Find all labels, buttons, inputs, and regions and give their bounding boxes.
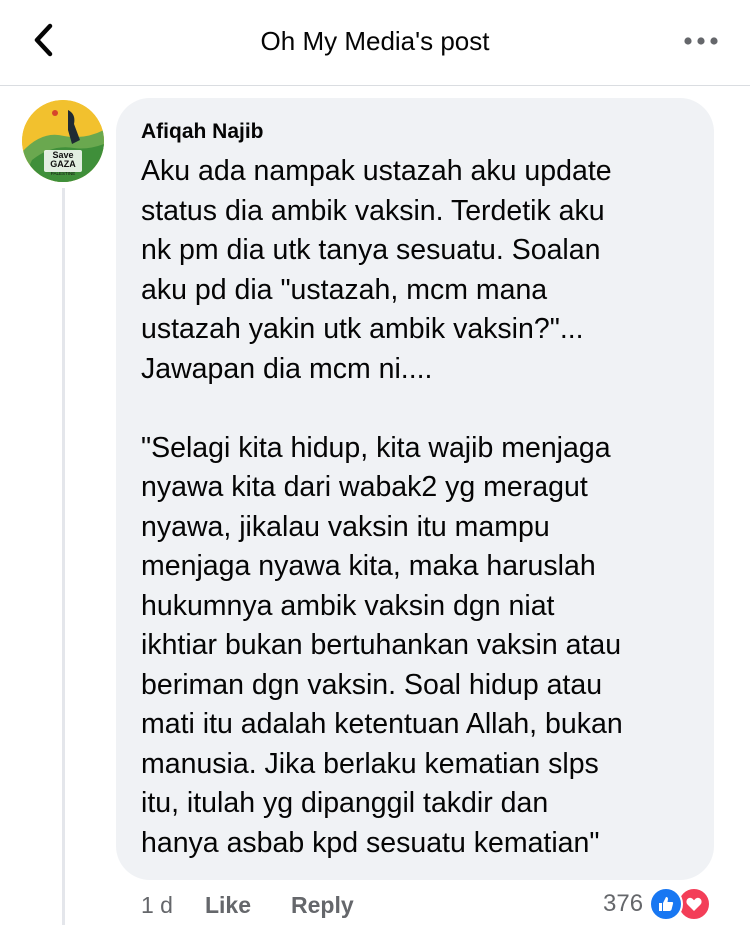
avatar-text-line2: GAZA [50,159,76,169]
comment-timestamp[interactable]: 1 d [141,892,173,919]
comment-line: status dia ambik vaksin. Terdetik aku [141,194,605,227]
reaction-summary[interactable]: 376 [603,886,713,922]
comment-line: hanya asbab kpd sesuatu kematian" [141,826,600,859]
reply-thread-line [62,188,65,925]
reaction-icons [649,887,713,921]
comment-line: nyawa, jikalau vaksin itu mampu [141,510,550,543]
comment-line: manusia. Jika berlaku kematian slps [141,747,599,780]
comment-line: hukumnya ambik vaksin dgn niat [141,589,555,622]
comment-line: aku pd dia "ustazah, mcm mana [141,273,548,306]
like-reaction-icon [649,887,684,921]
like-button[interactable]: Like [205,892,251,919]
comment-line: mati itu adalah ketentuan Allah, bukan [141,708,623,740]
comment-line: nk pm dia utk tanya sesuatu. Soalan [141,234,601,266]
comment-line: Jawapan dia mcm ni.... [141,352,433,385]
comment-author[interactable]: Afiqah Najib [141,120,264,144]
avatar-text-line3: PALESTINE [51,171,75,176]
reply-button[interactable]: Reply [291,892,354,919]
comment-text: Aku ada nampak ustazah aku update status… [141,152,711,863]
comment-line: Aku ada nampak ustazah aku update [141,155,612,187]
comment-paragraph: "Selagi kita hidup, kita wajib menjaga n… [141,429,711,864]
comment-line: nyawa kita dari wabak2 yg meragut [141,471,588,503]
more-options-button[interactable] [676,24,726,58]
comment-line: beriman dgn vaksin. Soal hidup atau [141,668,603,701]
comment-actions: 1 d Like Reply [141,890,354,920]
comment-line: menjaga nyawa kita, maka haruslah [141,550,596,582]
comment-line: itu, itulah yg dipanggil takdir dan [141,787,549,819]
avatar-image: Save GAZA PALESTINE [22,100,104,182]
more-horizontal-icon [684,37,718,45]
avatar[interactable]: Save GAZA PALESTINE [22,100,104,182]
comment-line: ikhtiar bukan bertuhankan vaksin atau [141,629,622,661]
comment-paragraph: Aku ada nampak ustazah aku update status… [141,152,711,389]
page-title: Oh My Media's post [260,26,490,56]
reaction-count: 376 [603,890,644,917]
comment-line: "Selagi kita hidup, kita wajib menjaga [141,431,611,464]
comment-line: ustazah yakin utk ambik vaksin?"... [141,313,584,345]
post-header: Oh My Media's post [0,0,750,86]
